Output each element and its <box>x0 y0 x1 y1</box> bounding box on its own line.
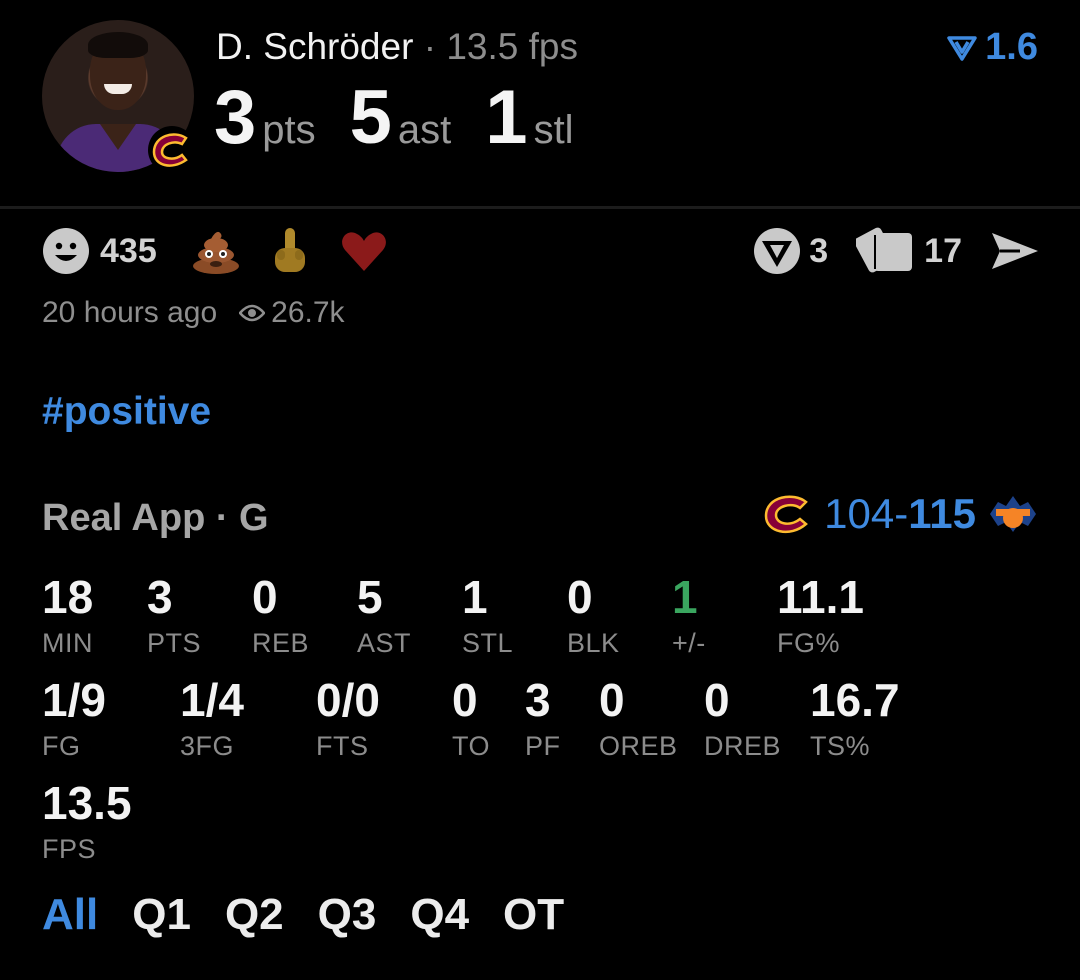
stat-fg: 1/9 FG <box>42 677 106 762</box>
stat-value: 0 <box>452 674 478 726</box>
post-actions: 3 17 <box>753 226 1038 276</box>
header-divider <box>0 206 1080 209</box>
poop-emoji-icon[interactable] <box>191 226 241 276</box>
comments-count: 3 <box>809 231 829 270</box>
stat-value: 11.1 <box>777 571 864 623</box>
view-count: 26.7k <box>271 296 345 329</box>
stat-label: 3FG <box>180 731 235 761</box>
stat-value: 18 <box>42 571 94 623</box>
time-ago: 20 hours ago <box>42 296 218 329</box>
hashtag-link[interactable]: #positive <box>42 390 211 434</box>
stat-reb: 0 REB <box>252 574 309 659</box>
stat-pts: 3 PTS <box>147 574 201 659</box>
stat-value: 3 <box>147 571 173 623</box>
stat-label: PF <box>525 731 561 761</box>
stat-label: DREB <box>704 731 782 761</box>
heart-emoji-icon[interactable] <box>339 226 389 276</box>
stat-ts-pct: 16.7 TS% <box>810 677 900 762</box>
stat-label: FG <box>42 731 81 761</box>
stat-value: 0 <box>704 674 730 726</box>
player-header: D. Schröder · 13.5 fps 3 pts 5 ast 1 stl… <box>0 0 1080 208</box>
headline-stl-value: 1 <box>485 75 528 160</box>
stat-label: AST <box>357 628 412 658</box>
stat-label: TO <box>452 731 491 761</box>
tab-ot[interactable]: OT <box>503 890 564 940</box>
tab-q3[interactable]: Q3 <box>318 890 377 940</box>
cards-icon[interactable] <box>856 227 916 275</box>
stat-value: 1/9 <box>42 674 106 726</box>
stat-min: 18 MIN <box>42 574 93 659</box>
player-name-line: D. Schröder · 13.5 fps <box>216 26 578 68</box>
stat-value: 13.5 <box>42 777 132 829</box>
score-home: 115 <box>908 490 976 537</box>
send-icon[interactable] <box>990 229 1040 273</box>
stat-dreb: 0 DREB <box>704 677 781 762</box>
stat-value: 0/0 <box>316 674 380 726</box>
hair-shape <box>88 32 148 58</box>
tab-q1[interactable]: Q1 <box>132 890 191 940</box>
stat-to: 0 TO <box>452 677 490 762</box>
stat-fps: 13.5 FPS <box>42 780 132 865</box>
stat-value: 0 <box>567 571 593 623</box>
game-label: Real App · G <box>42 497 269 539</box>
stat-label: MIN <box>42 628 93 658</box>
stat-value: 0 <box>599 674 625 726</box>
filter-v-icon <box>947 35 977 61</box>
stat-plus-minus: 1 +/- <box>672 574 706 659</box>
tab-q2[interactable]: Q2 <box>225 890 284 940</box>
cards-count: 17 <box>924 231 962 270</box>
stat-value: 1 <box>462 571 488 623</box>
middle-finger-emoji-icon[interactable] <box>265 226 315 276</box>
stat-oreb: 0 OREB <box>599 677 678 762</box>
version-badge[interactable]: 1.6 <box>947 26 1038 69</box>
cavaliers-logo-icon <box>148 126 196 174</box>
stat-pf: 3 PF <box>525 677 561 762</box>
stat-label: +/- <box>672 628 706 658</box>
headline-pts-value: 3 <box>214 75 257 160</box>
period-tabs: All Q1 Q2 Q3 Q4 OT <box>42 890 598 940</box>
headline-stl-unit: stl <box>533 108 574 152</box>
stat-label: REB <box>252 628 310 658</box>
stat-value: 5 <box>357 571 383 623</box>
stat-label: TS% <box>810 731 871 761</box>
stat-stl: 1 STL <box>462 574 513 659</box>
name-separator: · <box>423 26 437 67</box>
stat-label: FG% <box>777 628 841 658</box>
stat-fg-pct: 11.1 FG% <box>777 574 864 659</box>
tab-q4[interactable]: Q4 <box>410 890 469 940</box>
stat-3fg: 1/4 3FG <box>180 677 244 762</box>
reactions-row: 435 <box>42 226 413 276</box>
version-value: 1.6 <box>985 26 1038 68</box>
stat-label: PTS <box>147 628 202 658</box>
player-name[interactable]: D. Schröder <box>216 26 413 67</box>
stat-value: 1/4 <box>180 674 244 726</box>
game-score[interactable]: 104- 115 <box>762 490 1038 538</box>
stat-value: 0 <box>252 571 278 623</box>
stat-label: BLK <box>567 628 620 658</box>
stat-label: FPS <box>42 834 97 864</box>
smile-count: 435 <box>100 231 157 270</box>
knicks-logo-icon <box>990 496 1036 532</box>
stat-label: OREB <box>599 731 678 761</box>
eye-icon <box>239 304 266 322</box>
headline-ast-value: 5 <box>349 75 392 160</box>
stat-fts: 0/0 FTS <box>316 677 380 762</box>
stat-value: 3 <box>525 674 551 726</box>
score-away: 104- <box>824 490 909 537</box>
post-meta: 20 hours ago 26.7k <box>42 296 345 330</box>
stat-value: 16.7 <box>810 674 900 726</box>
player-fps: 13.5 fps <box>446 26 578 67</box>
cavaliers-logo-icon <box>764 495 809 534</box>
comment-v-icon[interactable] <box>753 227 801 275</box>
headline-pts-unit: pts <box>262 108 316 152</box>
smile-reaction-icon[interactable] <box>42 227 90 275</box>
stat-blk: 0 BLK <box>567 574 620 659</box>
headline-stats: 3 pts 5 ast 1 stl <box>214 80 608 156</box>
stat-ast: 5 AST <box>357 574 411 659</box>
tab-all[interactable]: All <box>42 890 98 940</box>
stat-label: FTS <box>316 731 369 761</box>
stat-label: STL <box>462 628 514 658</box>
headline-ast-unit: ast <box>397 108 452 152</box>
stat-value: 1 <box>672 571 698 623</box>
